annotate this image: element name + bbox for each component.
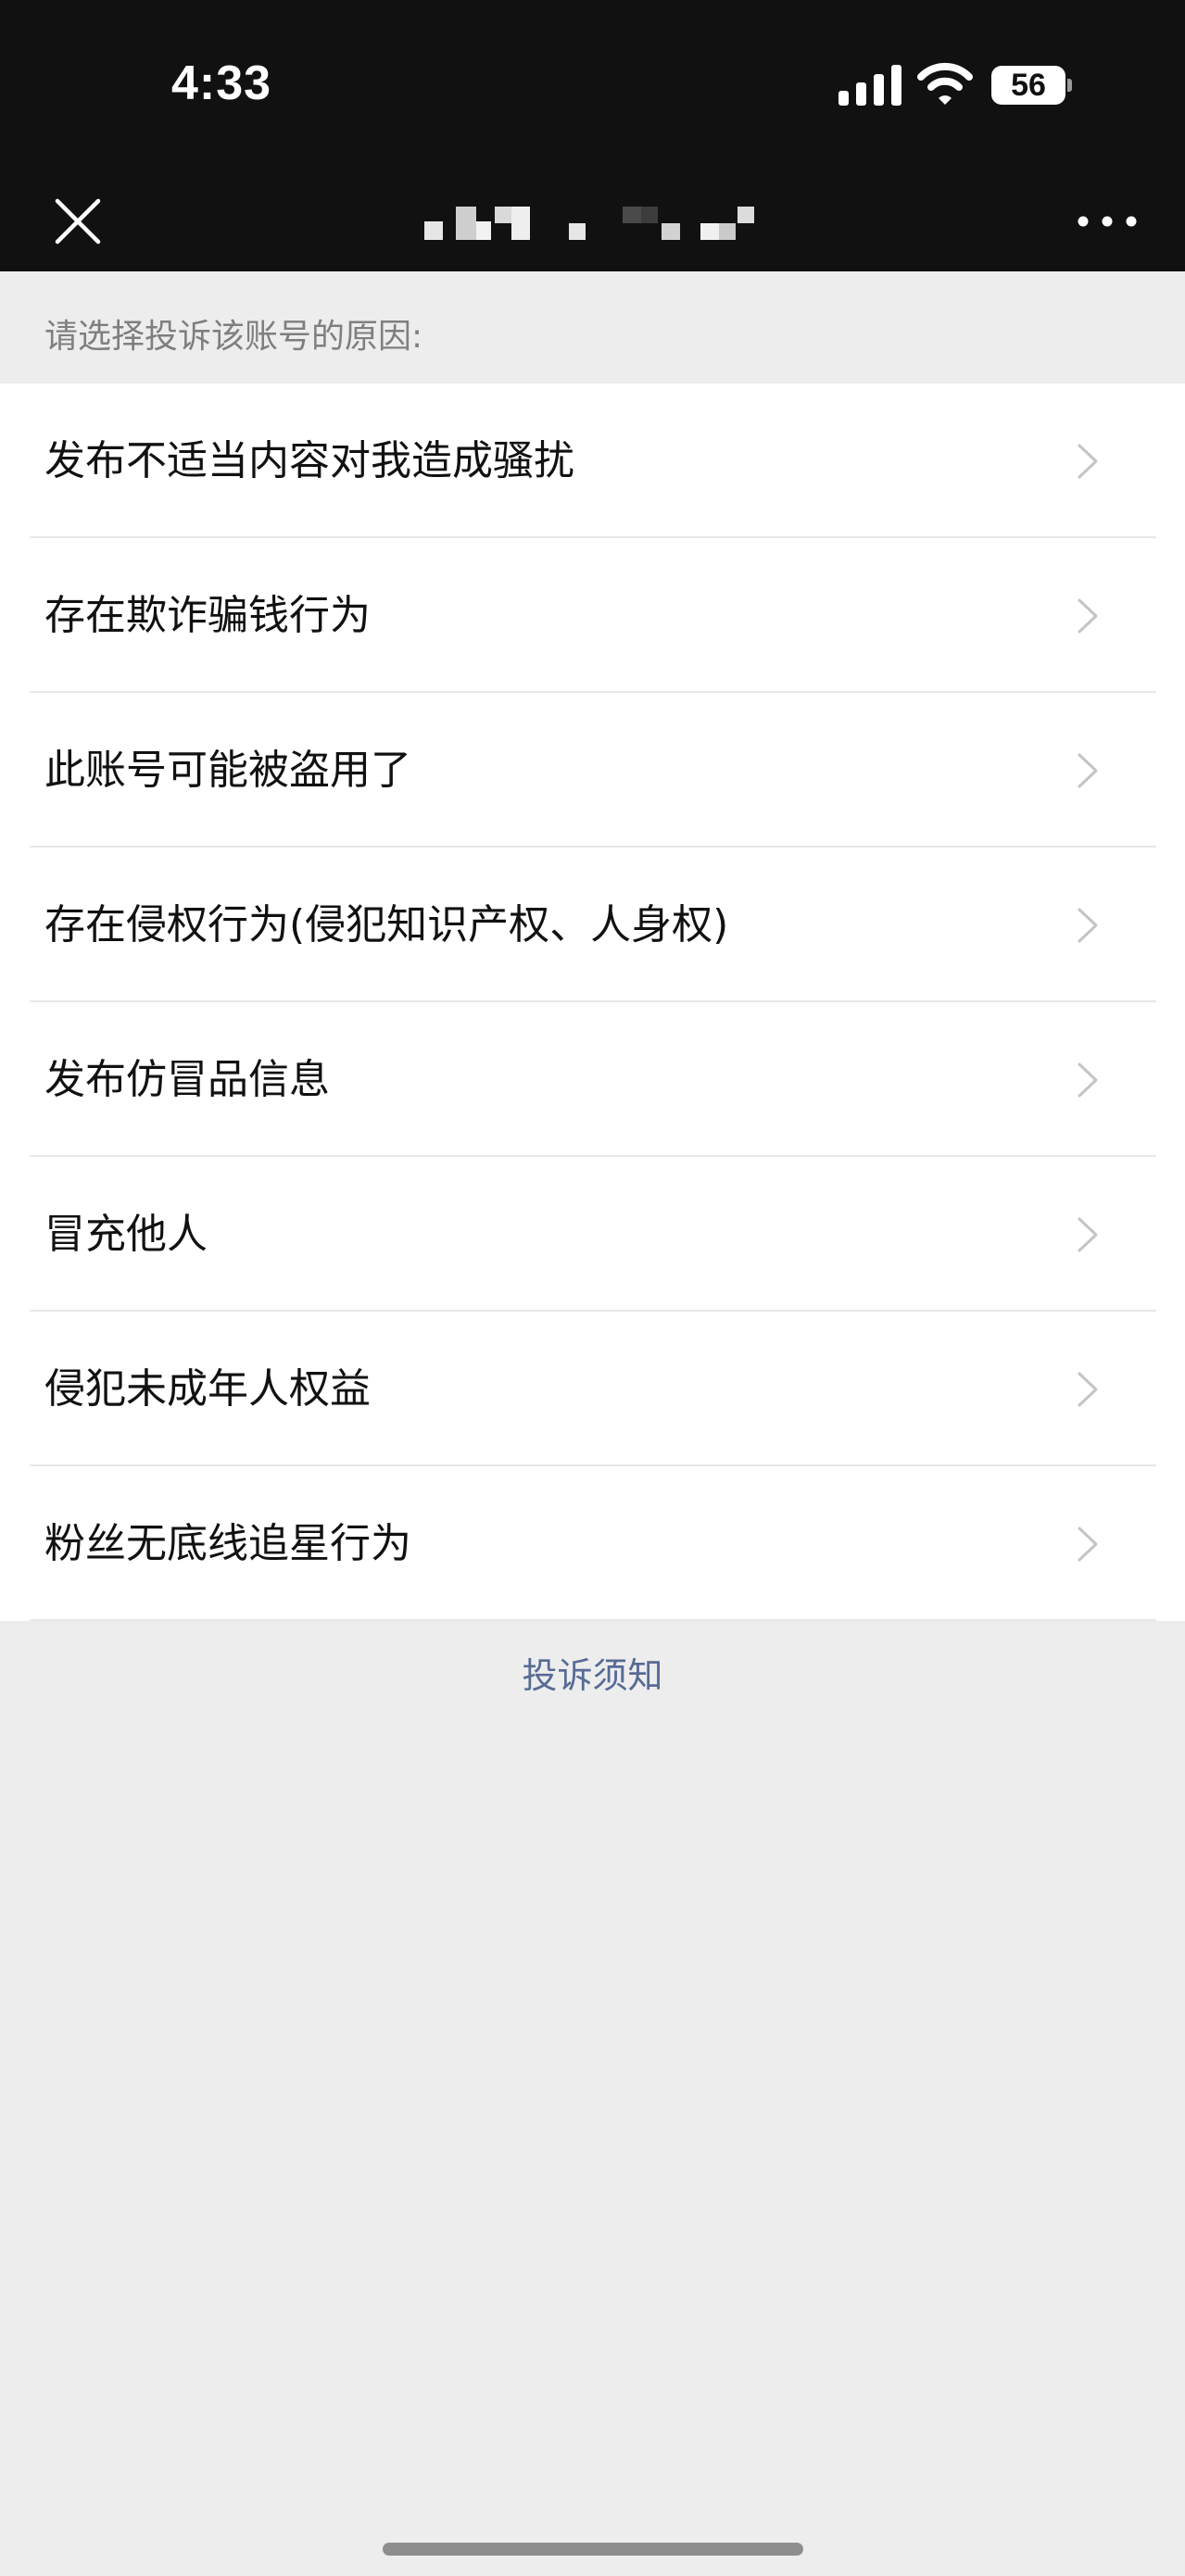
more-icon[interactable] <box>1075 201 1140 242</box>
reason-item[interactable]: 此账号可能被盗用了 <box>0 693 1185 848</box>
chevron-right-icon <box>1078 753 1098 788</box>
chevron-right-icon <box>1078 908 1098 943</box>
status-bar: 4:33 56 <box>0 0 1185 171</box>
reason-label: 发布仿冒品信息 <box>44 1056 330 1103</box>
reason-label: 存在侵权行为(侵犯知识产权、人身权) <box>44 901 729 949</box>
reason-item[interactable]: 粉丝无底线追星行为 <box>0 1466 1185 1621</box>
reason-label: 侵犯未成年人权益 <box>44 1365 371 1413</box>
home-indicator[interactable] <box>383 2543 803 2556</box>
reason-item[interactable]: 侵犯未成年人权益 <box>0 1312 1185 1466</box>
complaint-notice-link[interactable]: 投诉须知 <box>0 1651 1185 1701</box>
divider <box>30 1619 1156 1621</box>
chevron-right-icon <box>1078 1372 1098 1407</box>
reason-label: 存在欺诈骗钱行为 <box>44 592 371 639</box>
nav-bar <box>0 171 1185 271</box>
status-time: 4:33 <box>171 57 272 110</box>
chevron-right-icon <box>1078 444 1098 479</box>
reason-item[interactable]: 冒充他人 <box>0 1157 1185 1312</box>
reason-label: 粉丝无底线追星行为 <box>44 1520 411 1567</box>
section-hint: 请选择投诉该账号的原因: <box>44 318 423 356</box>
chevron-right-icon <box>1078 598 1098 634</box>
reason-item[interactable]: 发布不适当内容对我造成骚扰 <box>0 383 1185 538</box>
chevron-right-icon <box>1078 1062 1098 1098</box>
reason-item[interactable]: 发布仿冒品信息 <box>0 1002 1185 1157</box>
battery-level: 56 <box>1011 68 1046 103</box>
reason-item[interactable]: 存在欺诈骗钱行为 <box>0 538 1185 693</box>
battery-cap <box>1067 79 1072 92</box>
signal-icon <box>838 65 901 106</box>
reason-label: 此账号可能被盗用了 <box>44 747 411 794</box>
wifi-icon <box>917 62 973 105</box>
nav-bar-notch <box>788 262 908 271</box>
complaint-reason-list: 发布不适当内容对我造成骚扰 存在欺诈骗钱行为 此账号可能被盗用了 存在侵权行为(… <box>0 383 1185 1621</box>
reason-label: 冒充他人 <box>44 1211 208 1258</box>
chevron-right-icon <box>1078 1527 1098 1562</box>
page-title-pixelated <box>424 207 754 240</box>
reason-item[interactable]: 存在侵权行为(侵犯知识产权、人身权) <box>0 848 1185 1002</box>
reason-label: 发布不适当内容对我造成骚扰 <box>44 437 574 484</box>
battery-icon: 56 <box>991 66 1072 105</box>
close-icon[interactable] <box>48 192 107 251</box>
chevron-right-icon <box>1078 1217 1098 1252</box>
